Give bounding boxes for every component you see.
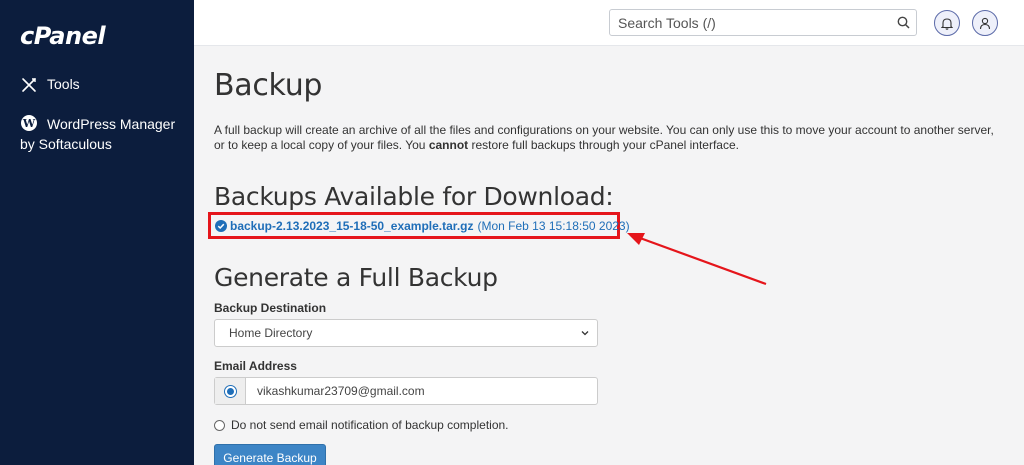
chevron-down-icon [581, 331, 589, 336]
sidebar-item-wordpress-manager[interactable]: W WordPress Manager by Softaculous [20, 114, 190, 154]
email-field[interactable] [246, 378, 597, 404]
search-icon[interactable] [890, 16, 916, 29]
user-menu-button[interactable] [972, 10, 998, 36]
backup-destination-select[interactable]: Home Directory [214, 319, 598, 347]
page-description: A full backup will create an archive of … [214, 123, 994, 152]
no-email-option[interactable]: Do not send email notification of backup… [214, 418, 509, 432]
search-box[interactable] [609, 9, 917, 36]
radio-selected-icon [224, 385, 236, 397]
svg-text:W: W [22, 117, 36, 130]
sidebar-item-label: Tools [47, 76, 80, 92]
backup-download-link[interactable]: backup-2.13.2023_15-18-50_example.tar.gz… [215, 219, 630, 233]
sidebar: cPanel Tools W WordPress Manager by Soft… [0, 0, 194, 465]
generate-backup-button[interactable]: Generate Backup [214, 444, 326, 465]
sidebar-item-tools[interactable]: Tools [20, 76, 80, 94]
email-input-group [214, 377, 598, 405]
cpanel-logo[interactable]: cPanel [20, 22, 106, 50]
select-value: Home Directory [229, 326, 313, 340]
radio-unselected-icon[interactable] [214, 419, 225, 431]
sidebar-item-label: WordPress Manager [47, 116, 176, 132]
backup-date: (Mon Feb 13 15:18:50 2023) [477, 219, 630, 233]
destination-label: Backup Destination [214, 301, 327, 315]
top-bar [194, 0, 1024, 46]
sidebar-item-sublabel: by Softaculous [20, 136, 112, 152]
generate-backup-heading: Generate a Full Backup [214, 263, 498, 292]
email-radio-selected[interactable] [215, 378, 246, 404]
tools-icon [20, 76, 38, 94]
bell-icon [941, 17, 953, 30]
no-email-label: Do not send email notification of backup… [231, 418, 509, 432]
search-input[interactable] [618, 14, 890, 31]
check-circle-icon [215, 220, 227, 232]
backup-filename[interactable]: backup-2.13.2023_15-18-50_example.tar.gz [230, 219, 473, 233]
page-title: Backup [214, 68, 323, 103]
backups-available-heading: Backups Available for Download: [214, 182, 614, 211]
notifications-button[interactable] [934, 10, 960, 36]
user-icon [979, 17, 991, 29]
email-label: Email Address [214, 359, 297, 373]
wordpress-icon: W [20, 114, 38, 132]
